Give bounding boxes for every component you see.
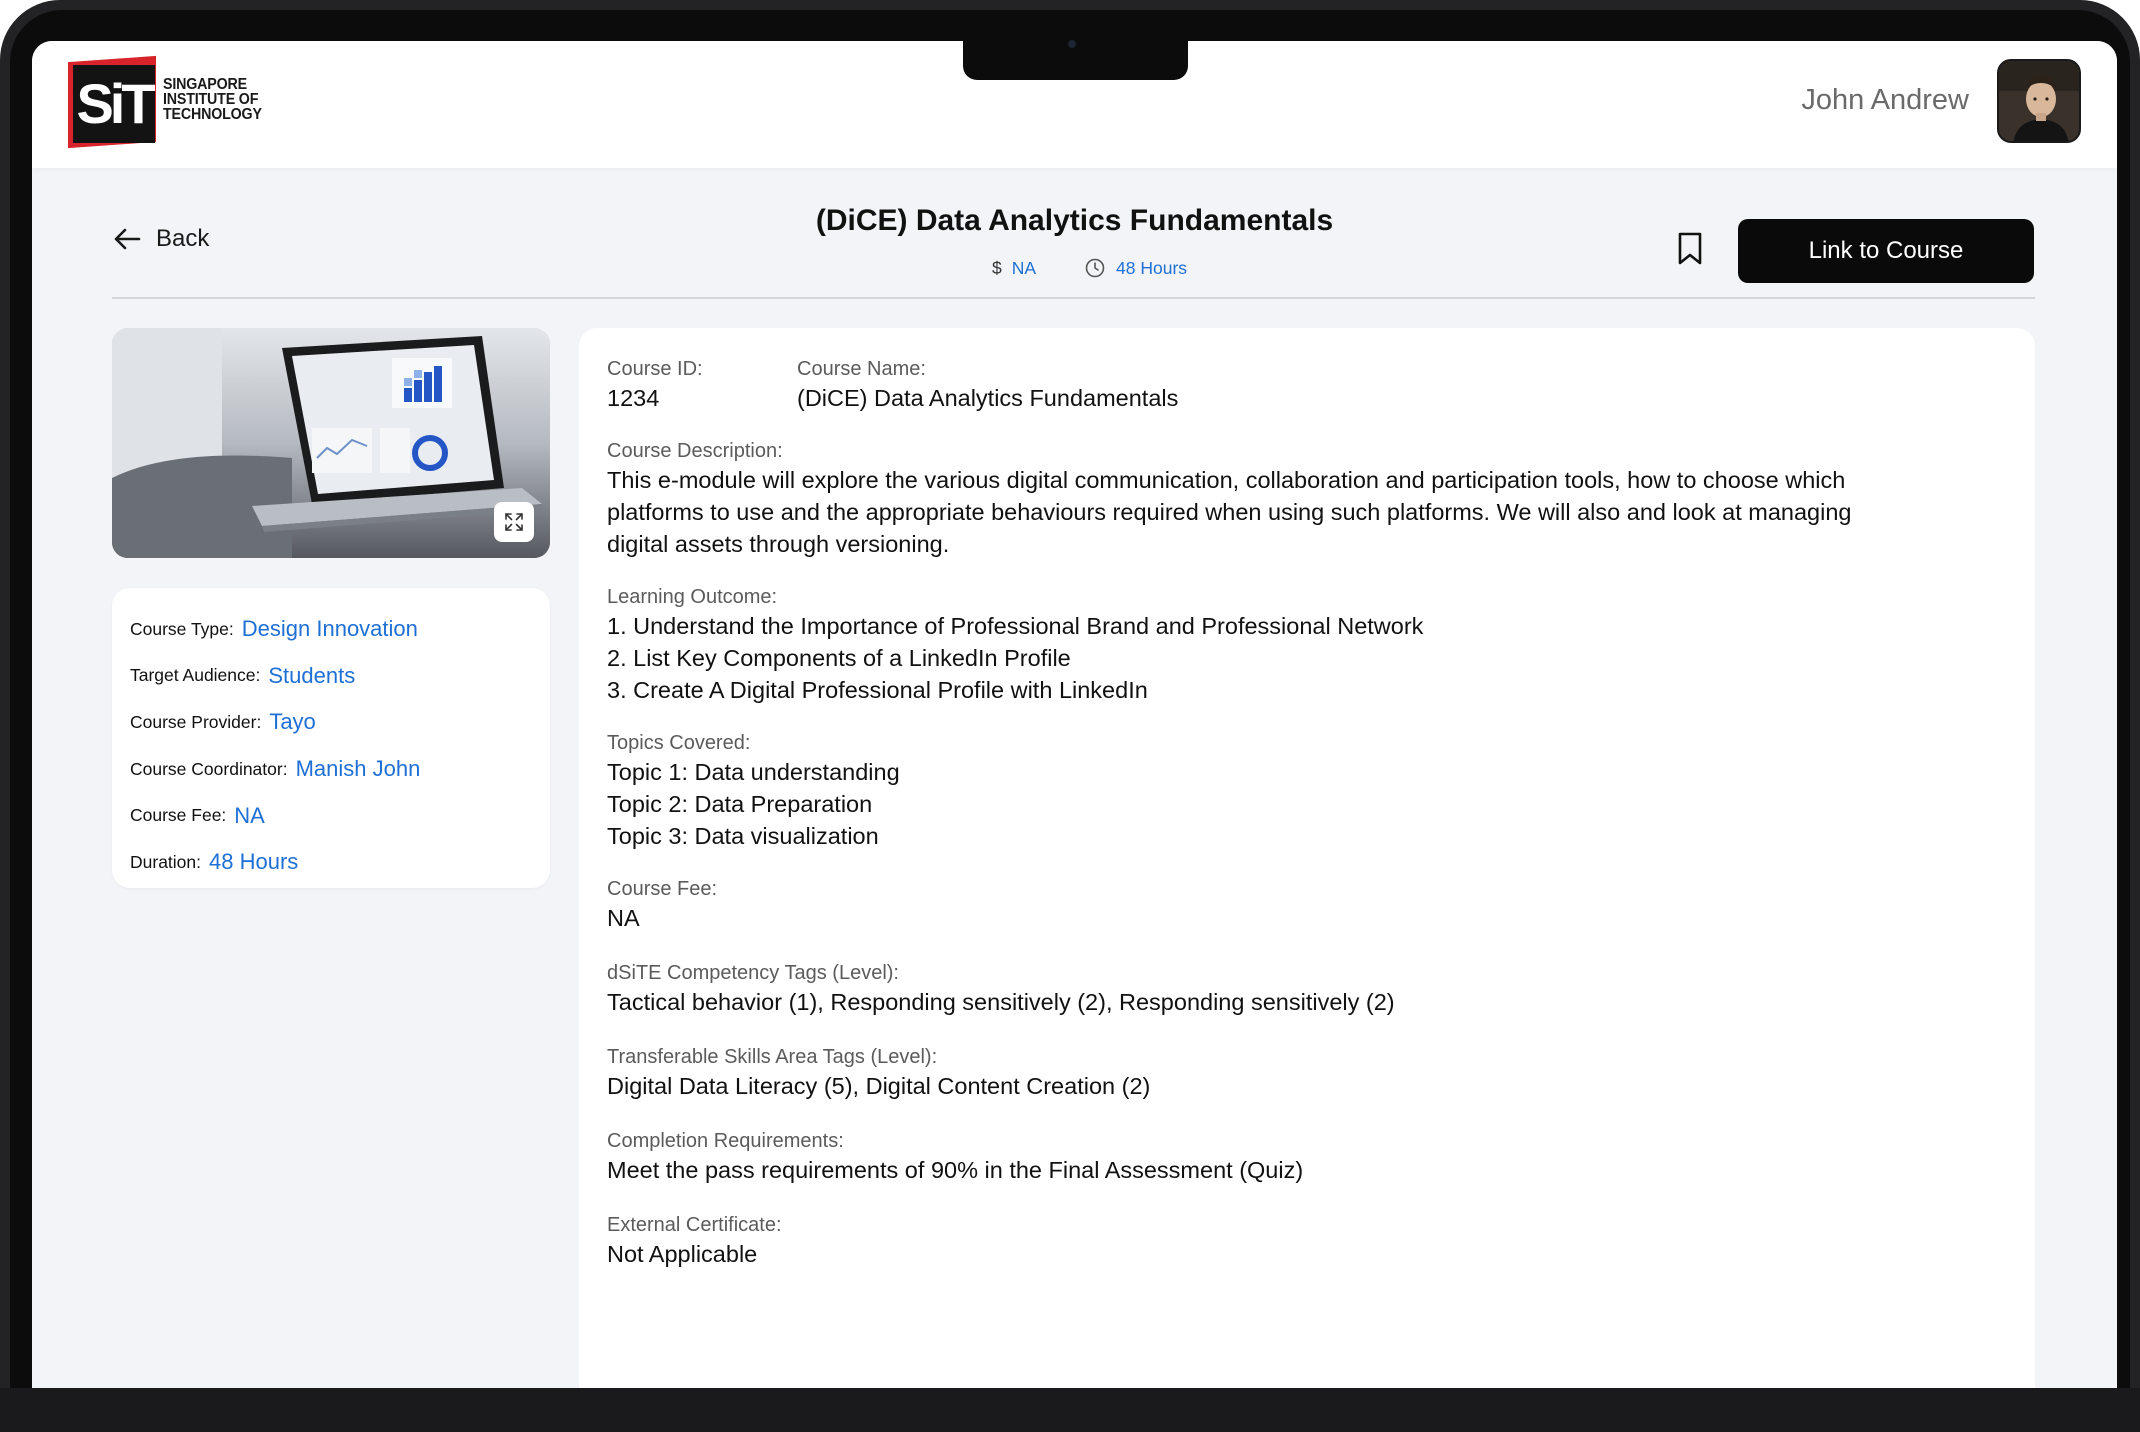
transferable-skills-value: Digital Data Literacy (5), Digital Conte… [607, 1073, 1151, 1099]
fee-label: Course Fee: [607, 878, 718, 900]
fee-meta-value: NA [1011, 257, 1037, 278]
learning-outcome-section: Learning Outcome: 1. Understand the Impo… [607, 584, 2007, 706]
avatar[interactable] [1997, 59, 2081, 143]
learning-outcome-label: Learning Outcome: [607, 586, 778, 608]
summary-label: Course Type: [130, 618, 234, 639]
list-item: 1. Understand the Importance of Professi… [607, 613, 1424, 639]
header-divider [112, 297, 2035, 299]
certificate-section: External Certificate: Not Applicable [607, 1212, 2007, 1270]
course-details-card: Course ID: 1234 Course Name: (DiCE) Data… [579, 328, 2035, 1388]
learning-outcome-list: 1. Understand the Importance of Professi… [607, 610, 2007, 706]
clock-icon [1085, 258, 1105, 278]
course-id-block: Course ID: 1234 [607, 356, 797, 414]
logo-line: SINGAPORE [163, 76, 247, 93]
transferable-skills-label: Transferable Skills Area Tags (Level): [607, 1046, 938, 1068]
completion-label: Completion Requirements: [607, 1130, 844, 1152]
sit-logo[interactable]: SiT SINGAPORE INSTITUTE OF TECHNOLOGY [68, 55, 278, 149]
course-id-name-row: Course ID: 1234 Course Name: (DiCE) Data… [607, 356, 2007, 414]
course-thumbnail [112, 328, 550, 558]
fee-value: NA [607, 905, 640, 931]
completion-section: Completion Requirements: Meet the pass r… [607, 1128, 2007, 1186]
topics-label: Topics Covered: [607, 732, 751, 754]
list-item: Topic 1: Data understanding [607, 759, 900, 785]
summary-value[interactable]: Manish John [296, 756, 421, 782]
description-label: Course Description: [607, 440, 783, 462]
course-name-value: (DiCE) Data Analytics Fundamentals [797, 385, 1179, 411]
list-item: 2. List Key Components of a LinkedIn Pro… [607, 645, 1071, 671]
description-line: digital assets through versioning. [607, 531, 950, 557]
summary-label: Course Fee: [130, 805, 227, 826]
description-line: This e-module will explore the various d… [607, 467, 1846, 493]
logo-mark-text: SiT [73, 65, 156, 143]
summary-value: NA [234, 802, 265, 828]
logo-line: INSTITUTE OF [163, 91, 259, 108]
summary-row-target-audience: Target Audience: Students [130, 653, 532, 700]
fee-meta: $ NA [992, 257, 1036, 279]
laptop-dashboard-image [112, 328, 550, 558]
avatar-portrait-icon [1999, 61, 2079, 141]
expand-image-button[interactable] [494, 502, 534, 542]
summary-label: Course Provider: [130, 711, 262, 732]
course-name-label: Course Name: [797, 358, 926, 380]
certificate-value: Not Applicable [607, 1241, 758, 1267]
summary-value[interactable]: Design Innovation [242, 616, 418, 642]
duration-meta: 48 Hours [1084, 257, 1187, 279]
competency-section: dSiTE Competency Tags (Level): Tactical … [607, 960, 2007, 1018]
expand-icon [505, 513, 523, 531]
device-bottom-bezel [0, 1388, 2140, 1432]
summary-label: Course Coordinator: [130, 758, 288, 779]
transferable-skills-section: Transferable Skills Area Tags (Level): D… [607, 1044, 2007, 1102]
topics-list: Topic 1: Data understanding Topic 2: Dat… [607, 756, 2007, 852]
course-id-value: 1234 [607, 385, 660, 411]
summary-row-course-provider: Course Provider: Tayo [130, 699, 532, 746]
logo-wordmark: SINGAPORE INSTITUTE OF TECHNOLOGY [163, 76, 262, 123]
bookmark-icon[interactable] [1675, 231, 1705, 267]
fee-section: Course Fee: NA [607, 876, 2007, 934]
link-to-course-button[interactable]: Link to Course [1738, 219, 2034, 283]
list-item: Topic 3: Data visualization [607, 823, 879, 849]
summary-label: Target Audience: [130, 665, 261, 686]
course-summary-card: Course Type: Design Innovation Target Au… [112, 588, 550, 888]
camera-icon [1068, 40, 1076, 48]
description-text: This e-module will explore the various d… [607, 464, 2007, 560]
course-name-block: Course Name: (DiCE) Data Analytics Funda… [797, 356, 1178, 414]
summary-row-course-type: Course Type: Design Innovation [130, 606, 532, 653]
description-section: Course Description: This e-module will e… [607, 438, 2007, 560]
competency-value: Tactical behavior (1), Responding sensit… [607, 989, 1395, 1015]
list-item: 3. Create A Digital Professional Profile… [607, 677, 1148, 703]
app-screen: SiT SINGAPORE INSTITUTE OF TECHNOLOGY Jo… [32, 41, 2117, 1388]
summary-value[interactable]: Students [268, 663, 355, 689]
summary-value: 48 Hours [209, 849, 299, 875]
description-line: platforms to use and the appropriate beh… [607, 499, 1852, 525]
summary-row-course-coordinator: Course Coordinator: Manish John [130, 746, 532, 793]
logo-line: TECHNOLOGY [163, 106, 262, 123]
duration-meta-value: 48 Hours [1116, 257, 1188, 278]
summary-value[interactable]: Tayo [269, 709, 315, 735]
completion-value: Meet the pass requirements of 90% in the… [607, 1157, 1304, 1183]
course-id-label: Course ID: [607, 358, 703, 380]
summary-row-course-fee: Course Fee: NA [130, 792, 532, 839]
dollar-icon: $ [991, 257, 1002, 278]
summary-label: Duration: [130, 851, 202, 872]
user-name[interactable]: John Andrew [1801, 84, 1969, 117]
topics-section: Topics Covered: Topic 1: Data understand… [607, 730, 2007, 852]
certificate-label: External Certificate: [607, 1214, 782, 1236]
list-item: Topic 2: Data Preparation [607, 791, 873, 817]
logo-mark: SiT [68, 55, 158, 149]
summary-row-duration: Duration: 48 Hours [130, 839, 532, 886]
competency-label: dSiTE Competency Tags (Level): [607, 962, 899, 984]
